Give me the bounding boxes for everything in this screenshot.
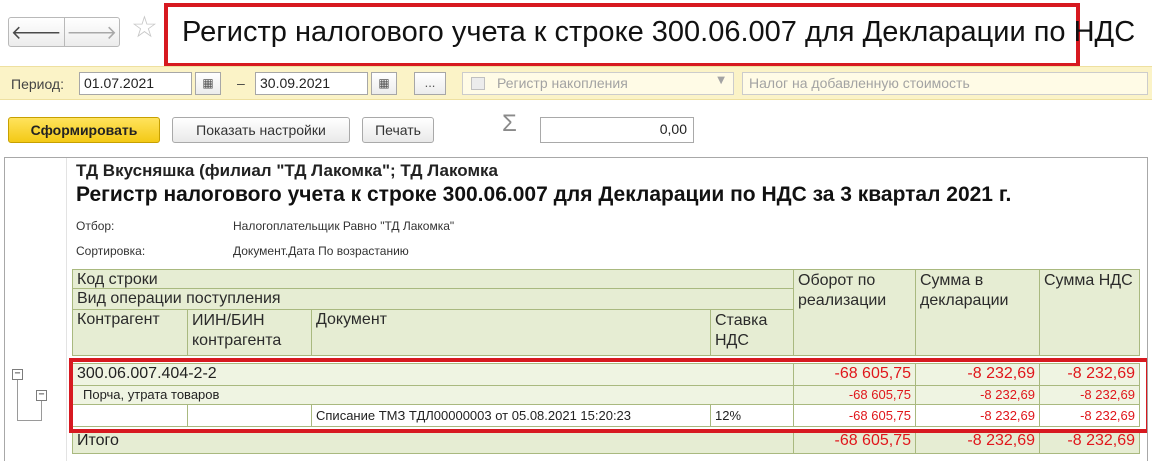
detail-row-document[interactable]: Списание ТМЗ ТДЛ00000003 от 05.08.2021 1… bbox=[312, 405, 711, 427]
toolbar: Сформировать Показать настройки Печать Σ… bbox=[0, 104, 1152, 154]
tree-line bbox=[17, 420, 42, 421]
header-counterparty: Контрагент bbox=[72, 310, 188, 356]
operation-row-label: Порча, утрата товаров bbox=[72, 386, 794, 405]
total-row-turnover: -68 605,75 bbox=[794, 430, 916, 454]
calendar-icon: ▦ bbox=[202, 76, 214, 90]
calendar-from-button[interactable]: ▦ bbox=[195, 72, 221, 95]
collapse-group-icon[interactable]: − bbox=[12, 369, 23, 380]
sigma-icon: Σ bbox=[502, 110, 517, 137]
header-vat-amount: Сумма НДС bbox=[1040, 269, 1140, 356]
header-line-code: Код строки bbox=[72, 269, 794, 289]
header-iin-bin: ИИН/БИН контрагента bbox=[188, 310, 312, 356]
filter-value: Налогоплательщик Равно "ТД Лакомка" bbox=[233, 219, 455, 233]
detail-row-counterparty bbox=[72, 405, 188, 427]
period-select-button[interactable]: ... bbox=[414, 72, 446, 95]
register-icon bbox=[471, 77, 485, 90]
navigation-buttons: 🡐 🡒 bbox=[8, 17, 120, 47]
sort-value: Документ.Дата По возрастанию bbox=[233, 244, 409, 258]
group-row-declared: -8 232,69 bbox=[916, 363, 1040, 386]
header-document: Документ bbox=[312, 310, 711, 356]
group-row-turnover: -68 605,75 bbox=[794, 363, 916, 386]
collapse-operation-icon[interactable]: − bbox=[36, 390, 47, 401]
detail-row-turnover: -68 605,75 bbox=[794, 405, 916, 427]
tree-line bbox=[41, 401, 42, 420]
tax-select[interactable]: Налог на добавленную стоимость bbox=[742, 72, 1148, 95]
calendar-icon: ▦ bbox=[378, 76, 390, 90]
header-vat-rate: Ставка НДС bbox=[711, 310, 794, 356]
period-from-input[interactable]: 01.07.2021 bbox=[79, 72, 192, 95]
header-declared-amount: Сумма в декларации bbox=[916, 269, 1040, 356]
register-select[interactable]: Регистр накопления ▼ bbox=[462, 72, 734, 95]
detail-row-declared: -8 232,69 bbox=[916, 405, 1040, 427]
detail-row-iin-bin bbox=[188, 405, 312, 427]
period-dash: – bbox=[237, 75, 245, 91]
chevron-down-icon: ▼ bbox=[717, 75, 725, 86]
group-row-code: 300.06.007.404-2-2 bbox=[72, 363, 794, 386]
title-highlight-box: Регистр налогового учета к строке 300.06… bbox=[164, 3, 1135, 67]
period-bar: Период: 01.07.2021 ▦ – 30.09.2021 ▦ ... … bbox=[0, 66, 1152, 100]
report-area[interactable]: ТД Вкусняшка (филиал "ТД Лакомка"; ТД Ла… bbox=[4, 157, 1148, 461]
print-button[interactable]: Печать bbox=[362, 117, 434, 143]
total-row-vat: -8 232,69 bbox=[1040, 430, 1140, 454]
operation-row-declared: -8 232,69 bbox=[916, 386, 1040, 405]
total-row-declared: -8 232,69 bbox=[916, 430, 1040, 454]
tree-line bbox=[17, 380, 18, 420]
group-row-vat: -8 232,69 bbox=[1040, 363, 1140, 386]
forward-button[interactable]: 🡒 bbox=[63, 18, 120, 46]
calendar-to-button[interactable]: ▦ bbox=[371, 72, 397, 95]
star-favorite-icon[interactable]: ☆ bbox=[131, 13, 158, 43]
window-title: Регистр налогового учета к строке 300.06… bbox=[182, 16, 1136, 48]
register-select-placeholder: Регистр накопления bbox=[497, 75, 628, 91]
period-label: Период: bbox=[11, 76, 64, 92]
detail-row-vat: -8 232,69 bbox=[1040, 405, 1140, 427]
detail-row-rate: 12% bbox=[711, 405, 794, 427]
title-bar: 🡐 🡒 ☆ Регистр налогового учета к строке … bbox=[0, 0, 1152, 67]
operation-row-vat: -8 232,69 bbox=[1040, 386, 1140, 405]
operation-row-turnover: -68 605,75 bbox=[794, 386, 916, 405]
sum-field: 0,00 bbox=[540, 117, 694, 143]
back-button[interactable]: 🡐 bbox=[9, 18, 64, 46]
sort-label: Сортировка: bbox=[76, 244, 146, 258]
arrow-left-icon: 🡐 bbox=[10, 21, 62, 44]
total-row-label: Итого bbox=[72, 430, 794, 454]
filter-label: Отбор: bbox=[76, 219, 115, 233]
gutter-divider bbox=[66, 158, 67, 461]
report-title: Регистр налогового учета к строке 300.06… bbox=[76, 183, 1012, 206]
header-operation-type: Вид операции поступления bbox=[72, 289, 794, 310]
organization-name: ТД Вкусняшка (филиал "ТД Лакомка"; ТД Ла… bbox=[76, 161, 498, 180]
generate-button[interactable]: Сформировать bbox=[8, 117, 160, 143]
period-to-input[interactable]: 30.09.2021 bbox=[255, 72, 368, 95]
header-sales-turnover: Оборот по реализации bbox=[794, 269, 916, 356]
show-settings-button[interactable]: Показать настройки bbox=[172, 117, 350, 143]
arrow-right-icon: 🡒 bbox=[66, 21, 118, 44]
